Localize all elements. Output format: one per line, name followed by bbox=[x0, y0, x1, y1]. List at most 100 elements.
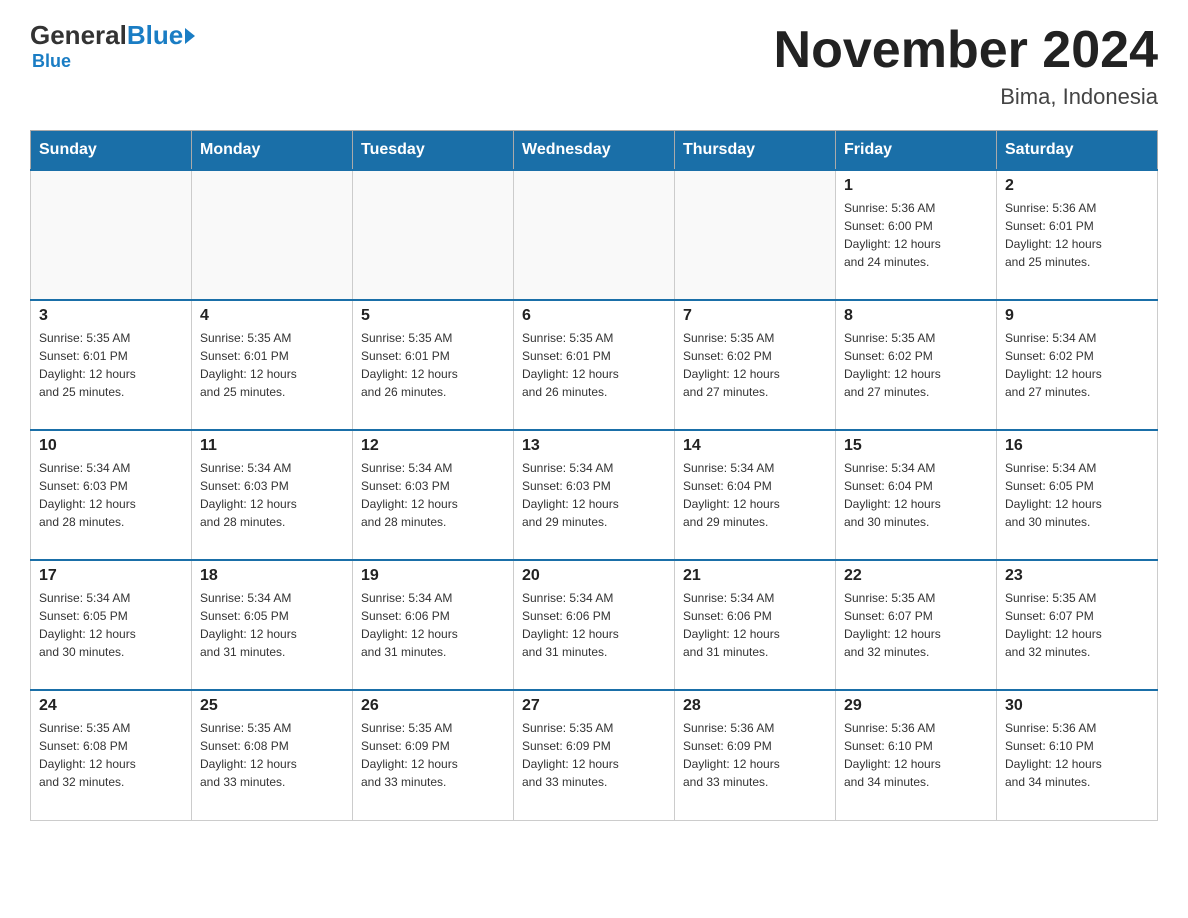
day-info: Sunrise: 5:34 AMSunset: 6:03 PMDaylight:… bbox=[361, 459, 505, 531]
day-info: Sunrise: 5:36 AMSunset: 6:10 PMDaylight:… bbox=[1005, 719, 1149, 791]
column-header-monday: Monday bbox=[192, 131, 353, 171]
day-info: Sunrise: 5:34 AMSunset: 6:03 PMDaylight:… bbox=[522, 459, 666, 531]
day-number: 9 bbox=[1005, 307, 1149, 325]
week-row-3: 10Sunrise: 5:34 AMSunset: 6:03 PMDayligh… bbox=[31, 430, 1158, 560]
header-row: SundayMondayTuesdayWednesdayThursdayFrid… bbox=[31, 131, 1158, 171]
day-info: Sunrise: 5:35 AMSunset: 6:07 PMDaylight:… bbox=[844, 589, 988, 661]
day-info: Sunrise: 5:34 AMSunset: 6:06 PMDaylight:… bbox=[683, 589, 827, 661]
column-header-thursday: Thursday bbox=[675, 131, 836, 171]
day-info: Sunrise: 5:35 AMSunset: 6:09 PMDaylight:… bbox=[361, 719, 505, 791]
calendar-cell bbox=[353, 170, 514, 300]
calendar-cell: 4Sunrise: 5:35 AMSunset: 6:01 PMDaylight… bbox=[192, 300, 353, 430]
day-number: 6 bbox=[522, 307, 666, 325]
day-info: Sunrise: 5:35 AMSunset: 6:01 PMDaylight:… bbox=[522, 329, 666, 401]
day-number: 16 bbox=[1005, 437, 1149, 455]
page-header: General Blue Blue November 2024 Bima, In… bbox=[30, 20, 1158, 110]
day-number: 15 bbox=[844, 437, 988, 455]
day-number: 22 bbox=[844, 567, 988, 585]
day-info: Sunrise: 5:34 AMSunset: 6:05 PMDaylight:… bbox=[1005, 459, 1149, 531]
calendar-cell: 19 Sunrise: 5:34 AMSunset: 6:06 PMDayligh… bbox=[353, 560, 514, 690]
day-number: 3 bbox=[39, 307, 183, 325]
day-info: Sunrise: 5:34 AMSunset: 6:06 PMDaylight:… bbox=[522, 589, 666, 661]
calendar-cell: 26 Sunrise: 5:35 AMSunset: 6:09 PMDayligh… bbox=[353, 690, 514, 820]
calendar-cell: 13 Sunrise: 5:34 AMSunset: 6:03 PMDayligh… bbox=[514, 430, 675, 560]
calendar-table: SundayMondayTuesdayWednesdayThursdayFrid… bbox=[30, 130, 1158, 821]
day-info: Sunrise: 5:34 AMSunset: 6:04 PMDaylight:… bbox=[683, 459, 827, 531]
day-number: 13 bbox=[522, 437, 666, 455]
day-number: 26 bbox=[361, 697, 505, 715]
calendar-cell: 14 Sunrise: 5:34 AMSunset: 6:04 PMDayligh… bbox=[675, 430, 836, 560]
calendar-cell: 1Sunrise: 5:36 AMSunset: 6:00 PMDaylight… bbox=[836, 170, 997, 300]
day-info: Sunrise: 5:35 AMSunset: 6:02 PMDaylight:… bbox=[683, 329, 827, 401]
calendar-cell: 24 Sunrise: 5:35 AMSunset: 6:08 PMDayligh… bbox=[31, 690, 192, 820]
calendar-cell: 22 Sunrise: 5:35 AMSunset: 6:07 PMDayligh… bbox=[836, 560, 997, 690]
calendar-cell: 10Sunrise: 5:34 AMSunset: 6:03 PMDayligh… bbox=[31, 430, 192, 560]
calendar-cell bbox=[31, 170, 192, 300]
calendar-cell: 30 Sunrise: 5:36 AMSunset: 6:10 PMDayligh… bbox=[997, 690, 1158, 820]
day-number: 21 bbox=[683, 567, 827, 585]
calendar-cell: 18 Sunrise: 5:34 AMSunset: 6:05 PMDayligh… bbox=[192, 560, 353, 690]
calendar-subtitle: Bima, Indonesia bbox=[774, 84, 1158, 110]
calendar-cell bbox=[192, 170, 353, 300]
day-info: Sunrise: 5:34 AMSunset: 6:04 PMDaylight:… bbox=[844, 459, 988, 531]
column-header-friday: Friday bbox=[836, 131, 997, 171]
day-number: 27 bbox=[522, 697, 666, 715]
calendar-cell: 17 Sunrise: 5:34 AMSunset: 6:05 PMDayligh… bbox=[31, 560, 192, 690]
day-number: 7 bbox=[683, 307, 827, 325]
calendar-cell: 28 Sunrise: 5:36 AMSunset: 6:09 PMDayligh… bbox=[675, 690, 836, 820]
day-info: Sunrise: 5:35 AMSunset: 6:08 PMDaylight:… bbox=[39, 719, 183, 791]
day-number: 20 bbox=[522, 567, 666, 585]
day-info: Sunrise: 5:35 AMSunset: 6:07 PMDaylight:… bbox=[1005, 589, 1149, 661]
calendar-cell: 23 Sunrise: 5:35 AMSunset: 6:07 PMDayligh… bbox=[997, 560, 1158, 690]
week-row-4: 17 Sunrise: 5:34 AMSunset: 6:05 PMDayligh… bbox=[31, 560, 1158, 690]
day-number: 4 bbox=[200, 307, 344, 325]
calendar-cell: 6 Sunrise: 5:35 AMSunset: 6:01 PMDaylight… bbox=[514, 300, 675, 430]
day-number: 1 bbox=[844, 177, 988, 195]
calendar-cell: 8Sunrise: 5:35 AMSunset: 6:02 PMDaylight… bbox=[836, 300, 997, 430]
logo-blue: Blue bbox=[127, 20, 183, 51]
day-info: Sunrise: 5:34 AMSunset: 6:06 PMDaylight:… bbox=[361, 589, 505, 661]
calendar-cell: 29 Sunrise: 5:36 AMSunset: 6:10 PMDayligh… bbox=[836, 690, 997, 820]
calendar-cell: 16 Sunrise: 5:34 AMSunset: 6:05 PMDayligh… bbox=[997, 430, 1158, 560]
day-info: Sunrise: 5:36 AMSunset: 6:09 PMDaylight:… bbox=[683, 719, 827, 791]
day-info: Sunrise: 5:35 AMSunset: 6:01 PMDaylight:… bbox=[361, 329, 505, 401]
day-info: Sunrise: 5:34 AMSunset: 6:05 PMDaylight:… bbox=[200, 589, 344, 661]
logo: General Blue Blue bbox=[30, 20, 195, 72]
logo-text: General Blue bbox=[30, 20, 195, 51]
day-info: Sunrise: 5:34 AMSunset: 6:02 PMDaylight:… bbox=[1005, 329, 1149, 401]
day-number: 5 bbox=[361, 307, 505, 325]
day-number: 29 bbox=[844, 697, 988, 715]
column-header-saturday: Saturday bbox=[997, 131, 1158, 171]
calendar-title: November 2024 bbox=[774, 20, 1158, 80]
day-info: Sunrise: 5:35 AMSunset: 6:01 PMDaylight:… bbox=[39, 329, 183, 401]
calendar-cell: 7 Sunrise: 5:35 AMSunset: 6:02 PMDaylight… bbox=[675, 300, 836, 430]
day-number: 18 bbox=[200, 567, 344, 585]
day-number: 28 bbox=[683, 697, 827, 715]
day-number: 2 bbox=[1005, 177, 1149, 195]
day-info: Sunrise: 5:36 AMSunset: 6:01 PMDaylight:… bbox=[1005, 199, 1149, 271]
column-header-tuesday: Tuesday bbox=[353, 131, 514, 171]
title-area: November 2024 Bima, Indonesia bbox=[774, 20, 1158, 110]
day-info: Sunrise: 5:34 AMSunset: 6:05 PMDaylight:… bbox=[39, 589, 183, 661]
day-info: Sunrise: 5:35 AMSunset: 6:08 PMDaylight:… bbox=[200, 719, 344, 791]
day-info: Sunrise: 5:34 AMSunset: 6:03 PMDaylight:… bbox=[39, 459, 183, 531]
day-number: 11 bbox=[200, 437, 344, 455]
day-number: 24 bbox=[39, 697, 183, 715]
week-row-2: 3 Sunrise: 5:35 AMSunset: 6:01 PMDaylight… bbox=[31, 300, 1158, 430]
day-number: 23 bbox=[1005, 567, 1149, 585]
day-number: 19 bbox=[361, 567, 505, 585]
day-number: 17 bbox=[39, 567, 183, 585]
day-number: 14 bbox=[683, 437, 827, 455]
calendar-cell: 12Sunrise: 5:34 AMSunset: 6:03 PMDayligh… bbox=[353, 430, 514, 560]
calendar-cell: 9 Sunrise: 5:34 AMSunset: 6:02 PMDaylight… bbox=[997, 300, 1158, 430]
calendar-cell: 20 Sunrise: 5:34 AMSunset: 6:06 PMDayligh… bbox=[514, 560, 675, 690]
calendar-cell: 11 Sunrise: 5:34 AMSunset: 6:03 PMDayligh… bbox=[192, 430, 353, 560]
day-number: 30 bbox=[1005, 697, 1149, 715]
column-header-sunday: Sunday bbox=[31, 131, 192, 171]
day-info: Sunrise: 5:34 AMSunset: 6:03 PMDaylight:… bbox=[200, 459, 344, 531]
day-info: Sunrise: 5:35 AMSunset: 6:02 PMDaylight:… bbox=[844, 329, 988, 401]
calendar-cell: 3 Sunrise: 5:35 AMSunset: 6:01 PMDaylight… bbox=[31, 300, 192, 430]
day-info: Sunrise: 5:36 AMSunset: 6:10 PMDaylight:… bbox=[844, 719, 988, 791]
day-info: Sunrise: 5:35 AMSunset: 6:09 PMDaylight:… bbox=[522, 719, 666, 791]
calendar-cell: 2 Sunrise: 5:36 AMSunset: 6:01 PMDaylight… bbox=[997, 170, 1158, 300]
